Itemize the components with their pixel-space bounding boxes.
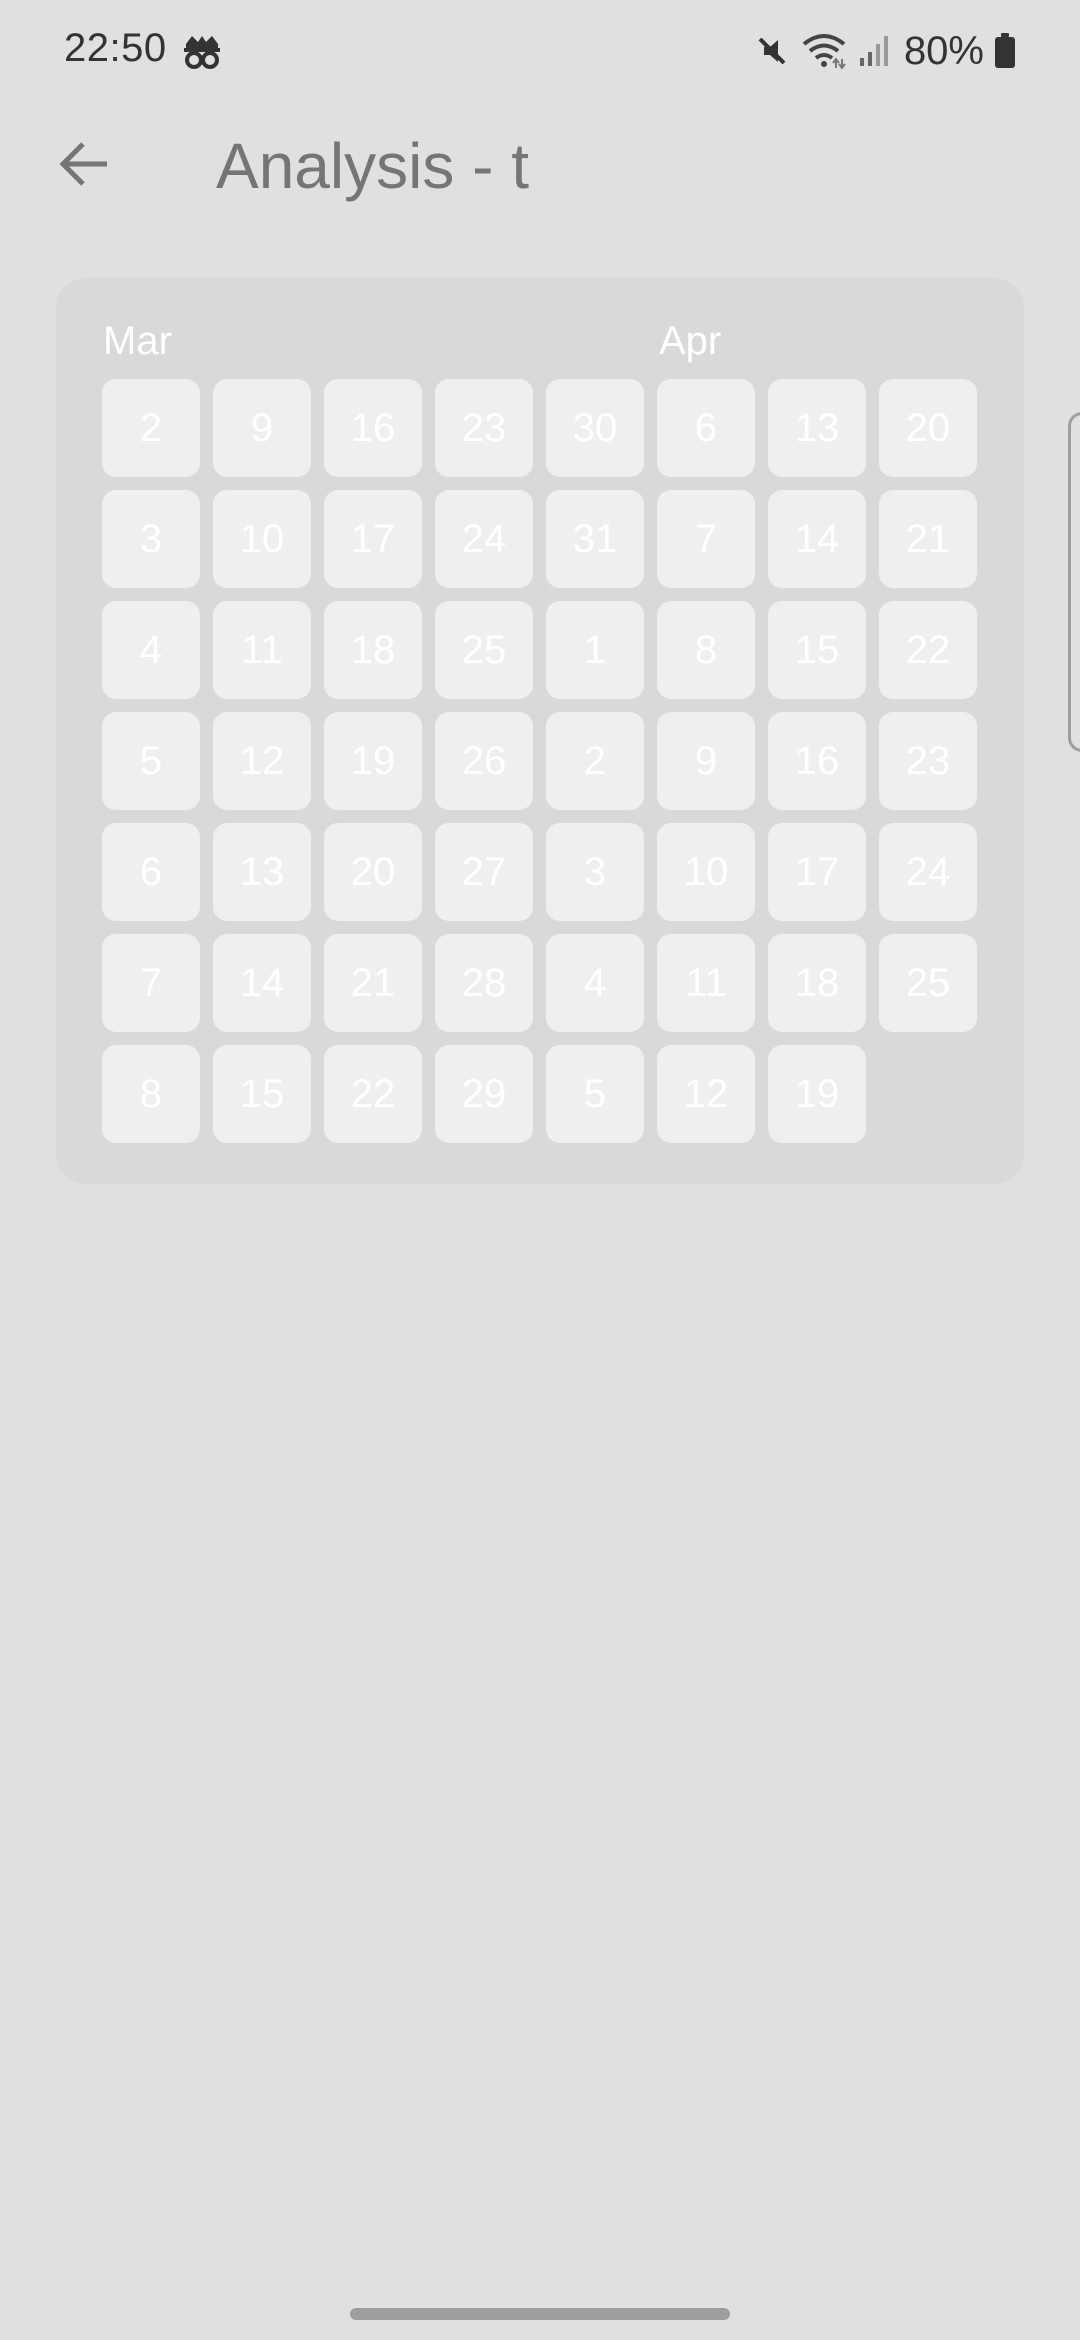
calendar-day-cell[interactable]: 14	[768, 490, 866, 588]
calendar-day-cell[interactable]: 4	[546, 934, 644, 1032]
calendar-day-cell[interactable]: 17	[768, 823, 866, 921]
battery-icon	[994, 33, 1016, 69]
calendar-day-cell[interactable]: 11	[657, 934, 755, 1032]
signal-icon	[858, 34, 890, 68]
calendar-day-cell[interactable]: 28	[435, 934, 533, 1032]
calendar-day-cell[interactable]: 5	[546, 1045, 644, 1143]
calendar-day-cell[interactable]: 22	[879, 601, 977, 699]
calendar-day-cell[interactable]: 12	[213, 712, 311, 810]
calendar-day-cell[interactable]: 10	[213, 490, 311, 588]
battery-percent: 80%	[903, 28, 984, 73]
calendar-day-cell[interactable]: 22	[324, 1045, 422, 1143]
calendar-day-cell[interactable]: 5	[102, 712, 200, 810]
edge-panel-handle[interactable]	[1068, 412, 1080, 752]
calendar-day-cell[interactable]: 13	[768, 379, 866, 477]
calendar-day-cell[interactable]: 19	[324, 712, 422, 810]
calendar-day-cell[interactable]: 9	[213, 379, 311, 477]
incognito-icon	[182, 34, 222, 70]
calendar-day-cell[interactable]: 15	[768, 601, 866, 699]
calendar-heatmap: Mar Apr 2 3 4 5 6 7 8 9 10 11 12 13 14 15 16 17 18 19 20 21…	[56, 278, 1024, 1184]
calendar-day-cell[interactable]: 17	[324, 490, 422, 588]
calendar-day-cell[interactable]: 29	[435, 1045, 533, 1143]
back-button[interactable]	[44, 126, 124, 206]
calendar-day-cell[interactable]: 16	[324, 379, 422, 477]
calendar-day-cell[interactable]: 6	[657, 379, 755, 477]
calendar-day-cell[interactable]: 8	[657, 601, 755, 699]
calendar-day-cell[interactable]: 2	[546, 712, 644, 810]
month-label-mar: Mar	[103, 319, 172, 363]
calendar-day-cell[interactable]: 3	[546, 823, 644, 921]
calendar-day-cell[interactable]: 23	[879, 712, 977, 810]
home-indicator[interactable]	[350, 2308, 730, 2320]
calendar-day-cell[interactable]: 8	[102, 1045, 200, 1143]
calendar-day-cell[interactable]: 13	[213, 823, 311, 921]
app-bar: Analysis - t	[0, 104, 1080, 224]
calendar-day-cell[interactable]: 20	[324, 823, 422, 921]
calendar-day-cell[interactable]: 7	[657, 490, 755, 588]
calendar-day-cell[interactable]: 23	[435, 379, 533, 477]
month-label-apr: Apr	[659, 319, 722, 363]
calendar-day-cell[interactable]: 10	[657, 823, 755, 921]
wifi-icon	[800, 32, 848, 70]
calendar-day-cell[interactable]: 11	[213, 601, 311, 699]
calendar-day-cell[interactable]: 19	[768, 1045, 866, 1143]
calendar-day-cell[interactable]: 6	[102, 823, 200, 921]
mute-icon	[754, 33, 790, 69]
calendar-day-cell[interactable]: 26	[435, 712, 533, 810]
calendar-day-cell[interactable]: 9	[657, 712, 755, 810]
calendar-day-cell[interactable]: 15	[213, 1045, 311, 1143]
calendar-day-cell[interactable]: 25	[435, 601, 533, 699]
status-time: 22:50	[64, 26, 167, 70]
status-bar: 22:50 80%	[0, 0, 1080, 104]
calendar-day-cell[interactable]: 31	[546, 490, 644, 588]
page-title: Analysis - t	[216, 130, 529, 202]
calendar-day-cell[interactable]: 7	[102, 934, 200, 1032]
calendar-day-cell[interactable]: 16	[768, 712, 866, 810]
calendar-day-cell[interactable]: 3	[102, 490, 200, 588]
calendar-day-cell[interactable]: 21	[324, 934, 422, 1032]
calendar-day-cell[interactable]: 27	[435, 823, 533, 921]
arrow-back-icon	[57, 137, 111, 196]
calendar-day-cell[interactable]: 2	[102, 379, 200, 477]
calendar-day-cell[interactable]: 21	[879, 490, 977, 588]
calendar-day-cell[interactable]: 20	[879, 379, 977, 477]
calendar-day-cell[interactable]: 1	[546, 601, 644, 699]
calendar-day-cell[interactable]: 25	[879, 934, 977, 1032]
calendar-day-cell[interactable]: 18	[324, 601, 422, 699]
calendar-day-cell[interactable]: 24	[879, 823, 977, 921]
calendar-day-cell[interactable]: 30	[546, 379, 644, 477]
status-icons: 80%	[744, 26, 1016, 76]
calendar-day-cell[interactable]: 18	[768, 934, 866, 1032]
calendar-day-cell[interactable]: 24	[435, 490, 533, 588]
calendar-day-cell[interactable]: 4	[102, 601, 200, 699]
calendar-day-cell[interactable]: 12	[657, 1045, 755, 1143]
calendar-day-cell[interactable]: 14	[213, 934, 311, 1032]
